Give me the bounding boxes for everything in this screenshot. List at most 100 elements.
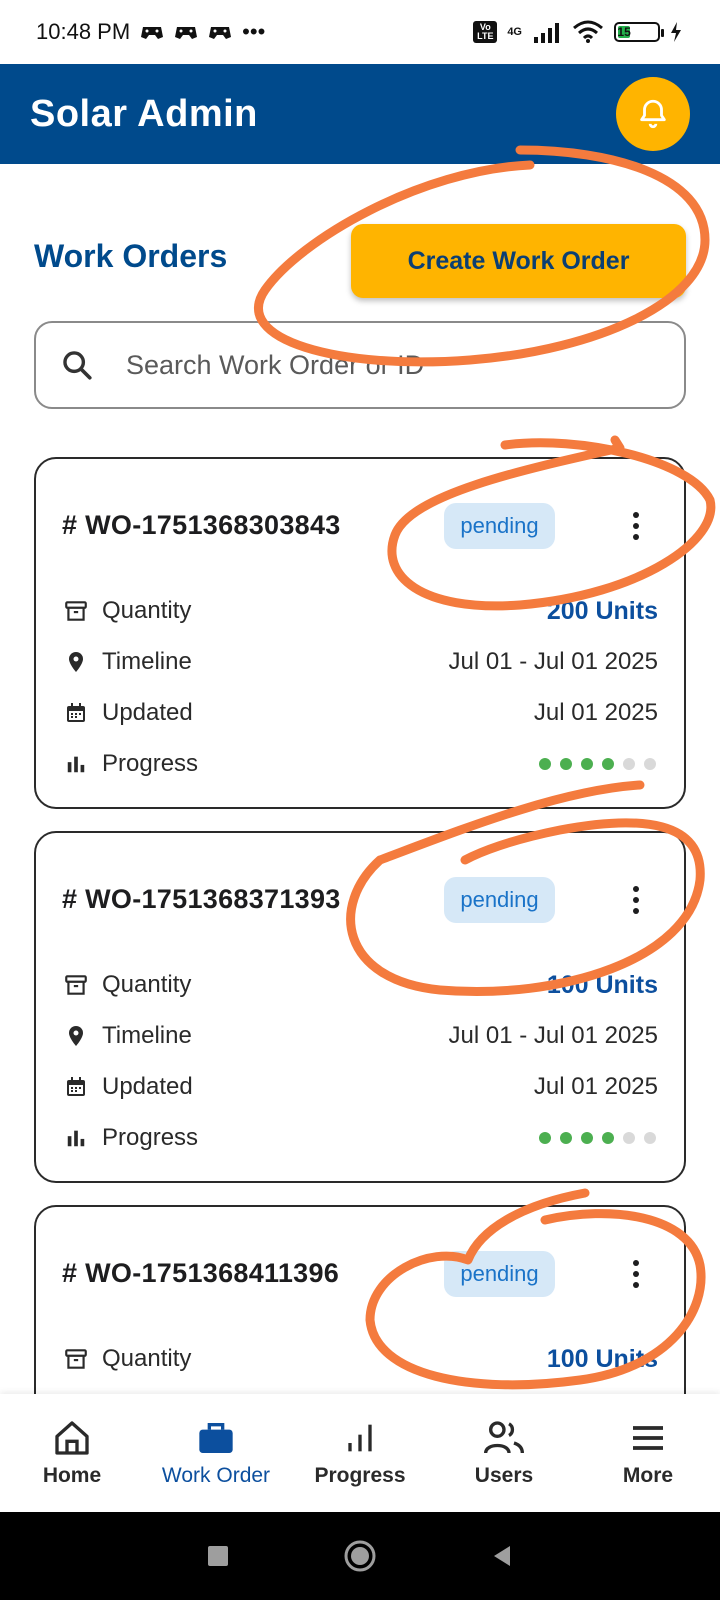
work-order-id: # WO-1751368303843 (62, 509, 341, 540)
briefcase-icon (199, 1423, 233, 1453)
archive-icon (62, 971, 90, 999)
nav-label: Users (474, 1464, 534, 1487)
progress-dot-complete (539, 1132, 551, 1144)
card-header: # WO-1751368411396 pending (62, 1247, 658, 1299)
nav-item-work-order[interactable]: Work Order (144, 1394, 288, 1512)
work-order-card[interactable]: # WO-1751368303843 pending Quantity 200 … (34, 457, 686, 809)
more-options-button[interactable] (618, 877, 654, 923)
status-badge: pending (444, 1251, 555, 1297)
system-navigation-bar (0, 1512, 720, 1600)
quantity-row: Quantity 100 Units (62, 965, 658, 1005)
timeline-row: Timeline Jul 01 - Jul 01 2025 (62, 1016, 658, 1056)
progress-dot-pending (644, 758, 656, 770)
progress-dot-complete (560, 1132, 572, 1144)
updated-label: Updated (102, 1073, 193, 1100)
nav-item-progress[interactable]: Progress (288, 1394, 432, 1512)
nav-item-more[interactable]: More (576, 1394, 720, 1512)
more-notifications-icon: ••• (242, 19, 266, 44)
search-input[interactable] (126, 349, 646, 381)
app-title: Solar Admin (30, 92, 258, 135)
updated-row: Updated Jul 01 2025 (62, 693, 658, 733)
progress-row: Progress (62, 1118, 658, 1158)
users-icon (484, 1421, 524, 1454)
nav-item-home[interactable]: Home (0, 1394, 144, 1512)
nav-label: Work Order (161, 1464, 271, 1487)
more-options-button[interactable] (618, 1251, 654, 1297)
bottom-navigation: Home Work Order Progress Users More (0, 1394, 720, 1512)
bar-chart-icon (62, 750, 90, 778)
nav-label: Home (42, 1464, 102, 1487)
location-pin-icon (62, 648, 90, 676)
archive-icon (62, 597, 90, 625)
updated-row: Updated Jul 01 2025 (62, 1067, 658, 1107)
calendar-icon (62, 699, 90, 727)
network-type: 4G (507, 25, 522, 38)
more-options-button[interactable] (618, 503, 654, 549)
wifi-icon (573, 20, 603, 43)
status-bar: 10:48 PM ••• Vo LTE 4G 15 (0, 0, 720, 64)
progress-dots (539, 1132, 658, 1144)
archive-icon (62, 1345, 90, 1373)
quantity-value: 100 Units (546, 970, 658, 999)
recent-apps-icon[interactable] (206, 1544, 230, 1568)
timeline-label: Timeline (102, 648, 192, 675)
work-order-id: # WO-1751368371393 (62, 883, 341, 914)
quantity-label: Quantity (102, 971, 192, 998)
quantity-label: Quantity (102, 1345, 192, 1372)
status-badge: pending (444, 503, 555, 549)
status-badge: pending (444, 877, 555, 923)
progress-label: Progress (102, 1124, 199, 1151)
progress-dots (539, 758, 658, 770)
work-order-id: # WO-1751368411396 (62, 1257, 340, 1288)
progress-dot-complete (560, 758, 572, 770)
card-header: # WO-1751368303843 pending (62, 499, 658, 551)
page-title: Work Orders (34, 238, 228, 274)
quantity-row: Quantity 100 Units (62, 1339, 658, 1379)
progress-dot-complete (602, 758, 614, 770)
nav-item-users[interactable]: Users (432, 1394, 576, 1512)
progress-dot-pending (644, 1132, 656, 1144)
updated-label: Updated (102, 699, 193, 726)
search-bar[interactable] (34, 321, 686, 409)
progress-dot-pending (623, 758, 635, 770)
timeline-label: Timeline (102, 1022, 192, 1049)
app-bar: Solar Admin (0, 64, 720, 164)
progress-dot-complete (539, 758, 551, 770)
progress-dot-complete (581, 758, 593, 770)
progress-dot-complete (581, 1132, 593, 1144)
nav-label: Progress (314, 1464, 406, 1487)
timeline-value: Jul 01 - Jul 01 2025 (448, 1022, 658, 1049)
nav-label: More (622, 1464, 674, 1487)
work-order-card[interactable]: # WO-1751368371393 pending Quantity 100 … (34, 831, 686, 1183)
charging-icon (671, 22, 681, 42)
notifications-button[interactable] (616, 77, 690, 151)
game-controller-icon (209, 27, 232, 39)
updated-value: Jul 01 2025 (533, 699, 658, 726)
home-icon (55, 1421, 89, 1455)
battery-icon: 15 (614, 22, 664, 42)
quantity-value: 200 Units (546, 596, 658, 625)
status-time: 10:48 PM (36, 19, 131, 44)
home-circle-icon[interactable] (343, 1539, 377, 1573)
bar-chart-icon (348, 1424, 372, 1452)
volte-icon: Vo LTE (473, 21, 498, 43)
timeline-value: Jul 01 - Jul 01 2025 (448, 648, 658, 675)
menu-icon (633, 1426, 663, 1450)
create-work-order-button[interactable]: Create Work Order (351, 224, 686, 298)
calendar-icon (62, 1073, 90, 1101)
timeline-row: Timeline Jul 01 - Jul 01 2025 (62, 642, 658, 682)
signal-icon (534, 23, 559, 43)
quantity-row: Quantity 200 Units (62, 591, 658, 631)
location-pin-icon (62, 1022, 90, 1050)
quantity-value: 100 Units (546, 1344, 658, 1373)
progress-dot-complete (602, 1132, 614, 1144)
progress-label: Progress (102, 750, 199, 777)
game-controller-icon (175, 27, 198, 39)
progress-row: Progress (62, 744, 658, 784)
game-controller-icon (141, 27, 164, 39)
back-icon[interactable] (490, 1544, 514, 1568)
battery-level: 15 (617, 25, 631, 39)
bell-icon (640, 99, 666, 129)
progress-dot-pending (623, 1132, 635, 1144)
status-right: Vo LTE 4G 15 (473, 20, 682, 44)
